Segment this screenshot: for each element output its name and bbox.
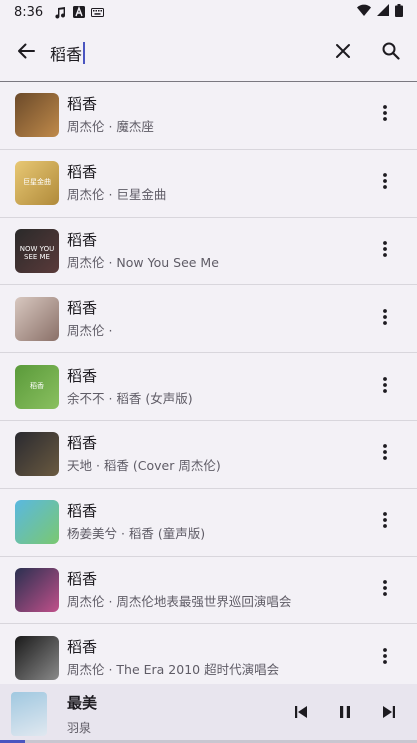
song-subtitle: 周杰伦 · The Era 2010 超时代演唱会 bbox=[67, 661, 280, 677]
album-art bbox=[15, 635, 59, 680]
more-options-button[interactable] bbox=[373, 504, 397, 540]
search-results-list: 稻香 周杰伦 · 魔杰座 巨星金曲 稻香 周杰伦 · 巨星金曲 NOW YOU … bbox=[0, 82, 417, 693]
song-info: 稻香 周杰伦 · bbox=[67, 298, 112, 340]
song-info: 稻香 余不不 · 稻香 (女声版) bbox=[67, 366, 193, 408]
now-playing-info: 最美 羽泉 bbox=[67, 692, 97, 736]
pause-button[interactable] bbox=[323, 692, 367, 736]
more-vert-icon bbox=[383, 308, 387, 329]
more-options-button[interactable] bbox=[373, 97, 397, 133]
now-playing-artist: 羽泉 bbox=[67, 720, 92, 735]
song-title: 稻香 bbox=[67, 569, 98, 588]
back-button[interactable] bbox=[2, 29, 50, 77]
song-title: 稻香 bbox=[67, 95, 98, 114]
song-subtitle: 天地 · 稻香 (Cover 周杰伦) bbox=[67, 458, 221, 474]
song-row[interactable]: 稻香 周杰伦 · The Era 2010 超时代演唱会 bbox=[0, 624, 417, 693]
song-title: 稻香 bbox=[67, 298, 98, 317]
song-subtitle: 周杰伦 · 周杰伦地表最强世界巡回演唱会 bbox=[67, 593, 292, 609]
close-icon bbox=[335, 43, 351, 63]
song-row[interactable]: 稻香 周杰伦 · bbox=[0, 285, 417, 354]
album-art bbox=[15, 432, 59, 477]
status-bar: 8:36 bbox=[0, 0, 417, 24]
album-art bbox=[15, 296, 59, 341]
previous-button[interactable] bbox=[279, 692, 323, 736]
song-title: 稻香 bbox=[67, 366, 98, 385]
song-subtitle: 杨姜美兮 · 稻香 (童声版) bbox=[67, 526, 206, 542]
music-note-icon bbox=[53, 6, 66, 19]
song-row[interactable]: 稻香 天地 · 稻香 (Cover 周杰伦) bbox=[0, 421, 417, 489]
search-input[interactable]: 稻香 bbox=[50, 33, 319, 73]
more-vert-icon bbox=[383, 647, 387, 668]
song-subtitle: 周杰伦 · bbox=[67, 322, 113, 338]
song-title: 稻香 bbox=[67, 434, 98, 453]
skip-previous-icon bbox=[294, 704, 308, 723]
song-row[interactable]: NOW YOU SEE ME 稻香 周杰伦 · Now You See Me bbox=[0, 218, 417, 286]
album-art: 稻香 bbox=[15, 364, 59, 409]
song-row[interactable]: 稻香 杨姜美兮 · 稻香 (童声版) bbox=[0, 489, 417, 557]
song-row[interactable]: 巨星金曲 稻香 周杰伦 · 巨星金曲 bbox=[0, 150, 417, 218]
song-subtitle: 周杰伦 · 魔杰座 bbox=[67, 119, 154, 135]
more-vert-icon bbox=[383, 376, 387, 397]
album-art-text: 稻香 bbox=[30, 381, 44, 390]
song-row[interactable]: 稻香 周杰伦 · 魔杰座 bbox=[0, 82, 417, 150]
search-icon bbox=[382, 42, 400, 64]
clear-button[interactable] bbox=[319, 29, 367, 77]
more-options-button[interactable] bbox=[373, 233, 397, 269]
playback-controls bbox=[279, 692, 411, 736]
search-bar: 稻香 bbox=[0, 24, 417, 82]
skip-next-icon bbox=[382, 704, 396, 723]
song-title: 稻香 bbox=[67, 163, 98, 182]
search-query: 稻香 bbox=[50, 44, 83, 64]
song-info: 稻香 杨姜美兮 · 稻香 (童声版) bbox=[67, 501, 205, 543]
signal-icon bbox=[377, 4, 389, 20]
status-time: 8:36 bbox=[14, 4, 44, 20]
more-options-button[interactable] bbox=[373, 640, 397, 676]
more-options-button[interactable] bbox=[373, 301, 397, 337]
album-art: 巨星金曲 bbox=[15, 161, 59, 206]
font-a-icon bbox=[72, 6, 85, 19]
more-vert-icon bbox=[383, 241, 387, 261]
more-options-button[interactable] bbox=[373, 572, 397, 608]
next-button[interactable] bbox=[367, 692, 411, 736]
song-row[interactable]: 稻香 周杰伦 · 周杰伦地表最强世界巡回演唱会 bbox=[0, 557, 417, 625]
album-art bbox=[15, 567, 59, 612]
more-vert-icon bbox=[383, 105, 387, 125]
song-info: 稻香 周杰伦 · Now You See Me bbox=[67, 230, 219, 272]
song-row[interactable]: 稻香 稻香 余不不 · 稻香 (女声版) bbox=[0, 353, 417, 421]
search-button[interactable] bbox=[367, 29, 415, 77]
battery-icon bbox=[395, 3, 403, 21]
now-playing-title: 最美 bbox=[67, 693, 98, 712]
album-art: NOW YOU SEE ME bbox=[15, 228, 59, 273]
song-subtitle: 周杰伦 · 巨星金曲 bbox=[67, 187, 167, 203]
more-options-button[interactable] bbox=[373, 165, 397, 201]
more-vert-icon bbox=[383, 580, 387, 600]
mini-player[interactable]: 最美 羽泉 bbox=[0, 684, 417, 743]
song-title: 稻香 bbox=[67, 502, 98, 521]
song-info: 稻香 周杰伦 · 周杰伦地表最强世界巡回演唱会 bbox=[67, 569, 291, 611]
now-playing-album-art bbox=[11, 691, 47, 736]
text-caret bbox=[83, 41, 86, 64]
more-vert-icon bbox=[383, 512, 387, 532]
album-art bbox=[15, 93, 59, 138]
wifi-icon bbox=[357, 4, 371, 20]
more-options-button[interactable] bbox=[373, 436, 397, 472]
album-art-text: 巨星金曲 bbox=[23, 178, 51, 187]
song-info: 稻香 天地 · 稻香 (Cover 周杰伦) bbox=[67, 433, 221, 475]
more-vert-icon bbox=[383, 444, 387, 464]
song-title: 稻香 bbox=[67, 230, 98, 249]
album-art bbox=[15, 500, 59, 545]
pause-icon bbox=[338, 704, 352, 723]
keyboard-icon bbox=[91, 6, 105, 19]
song-subtitle: 余不不 · 稻香 (女声版) bbox=[67, 390, 193, 406]
more-options-button[interactable] bbox=[373, 369, 397, 405]
more-vert-icon bbox=[383, 173, 387, 193]
arrow-left-icon bbox=[17, 42, 35, 64]
song-info: 稻香 周杰伦 · 巨星金曲 bbox=[67, 162, 166, 204]
song-info: 稻香 周杰伦 · The Era 2010 超时代演唱会 bbox=[67, 637, 279, 679]
song-subtitle: 周杰伦 · Now You See Me bbox=[67, 254, 219, 270]
song-title: 稻香 bbox=[67, 637, 98, 656]
album-art-text: NOW YOU SEE ME bbox=[19, 244, 55, 261]
song-info: 稻香 周杰伦 · 魔杰座 bbox=[67, 94, 154, 136]
